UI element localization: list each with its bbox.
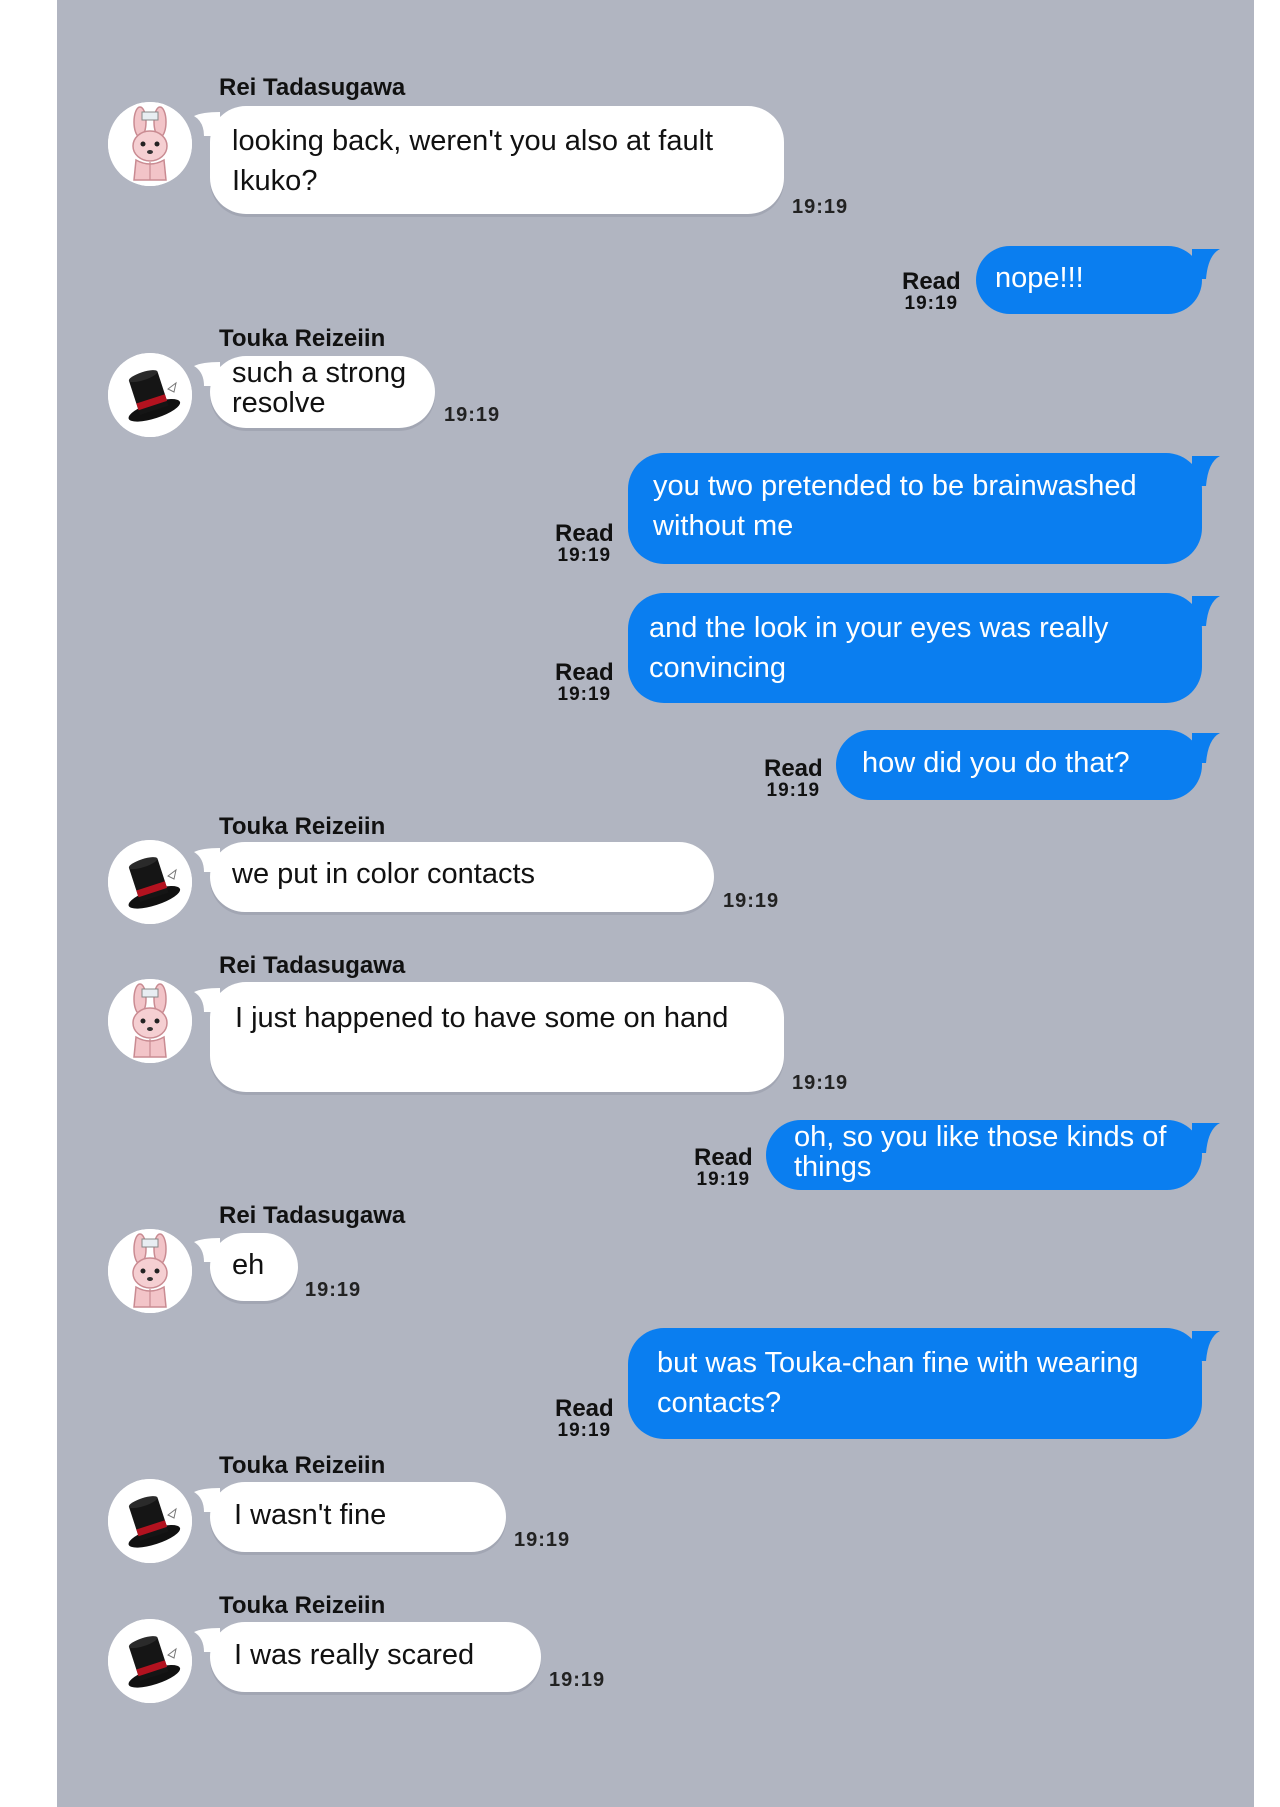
message-bubble[interactable]: you two pretended to be brainwashed with… [628, 453, 1202, 564]
message-bubble[interactable]: I was really scared [210, 1622, 541, 1692]
bubble-tail [1192, 456, 1220, 486]
bubble-tail [1192, 1331, 1220, 1361]
read-time: 19:19 [696, 1169, 751, 1190]
read-label: Read [555, 1395, 614, 1422]
message-bubble[interactable]: I just happened to have some on hand [210, 982, 784, 1092]
read-label: Read [764, 755, 823, 782]
pink-bunny-icon[interactable] [108, 1229, 192, 1313]
sender-name: Rei Tadasugawa [219, 74, 406, 101]
message-bubble[interactable]: looking back, weren't you also at fault … [210, 106, 784, 214]
read-time: 19:19 [557, 684, 612, 705]
message-time: 19:19 [549, 1669, 606, 1691]
pink-bunny-icon[interactable] [108, 979, 192, 1063]
message-bubble[interactable]: such a strong resolve [210, 356, 435, 428]
read-receipt: Read 19:19 [694, 1146, 753, 1190]
message-bubble[interactable]: how did you do that? [836, 730, 1202, 800]
read-label: Read [902, 268, 961, 295]
message-time: 19:19 [514, 1529, 571, 1551]
message-bubble[interactable]: I wasn't fine [210, 1482, 506, 1552]
message-bubble[interactable]: nope!!! [976, 246, 1202, 314]
sender-name: Touka Reizeiin [219, 325, 386, 352]
sender-name: Rei Tadasugawa [219, 1202, 406, 1229]
black-top-hat-icon[interactable] [108, 353, 192, 437]
read-time: 19:19 [557, 1420, 612, 1441]
sender-name: Touka Reizeiin [219, 1452, 386, 1479]
bubble-tail [1192, 1123, 1220, 1153]
message-bubble[interactable]: but was Touka-chan fine with wearing con… [628, 1328, 1202, 1439]
message-bubble[interactable]: we put in color contacts [210, 842, 714, 912]
read-receipt: Read 19:19 [555, 522, 614, 566]
read-time: 19:19 [557, 545, 612, 566]
read-label: Read [555, 659, 614, 686]
message-time: 19:19 [792, 1072, 849, 1094]
read-receipt: Read 19:19 [555, 1397, 614, 1441]
sender-name: Touka Reizeiin [219, 813, 386, 840]
read-label: Read [555, 520, 614, 547]
bubble-tail [1192, 249, 1220, 279]
read-receipt: Read 19:19 [555, 661, 614, 705]
black-top-hat-icon[interactable] [108, 840, 192, 924]
black-top-hat-icon[interactable] [108, 1619, 192, 1703]
message-bubble[interactable]: oh, so you like those kinds of things [766, 1120, 1202, 1190]
bubble-tail [1192, 596, 1220, 626]
pink-bunny-icon[interactable] [108, 102, 192, 186]
read-receipt: Read 19:19 [764, 757, 823, 801]
bubble-tail [1192, 733, 1220, 763]
read-label: Read [694, 1144, 753, 1171]
message-time: 19:19 [792, 196, 849, 218]
sender-name: Rei Tadasugawa [219, 952, 406, 979]
message-time: 19:19 [723, 890, 780, 912]
read-receipt: Read 19:19 [902, 270, 961, 314]
message-time: 19:19 [444, 404, 501, 426]
message-time: 19:19 [305, 1279, 362, 1301]
black-top-hat-icon[interactable] [108, 1479, 192, 1563]
message-bubble[interactable]: and the look in your eyes was really con… [628, 593, 1202, 703]
read-time: 19:19 [904, 293, 959, 314]
read-time: 19:19 [766, 780, 821, 801]
sender-name: Touka Reizeiin [219, 1592, 386, 1619]
message-bubble[interactable]: eh [210, 1233, 298, 1301]
